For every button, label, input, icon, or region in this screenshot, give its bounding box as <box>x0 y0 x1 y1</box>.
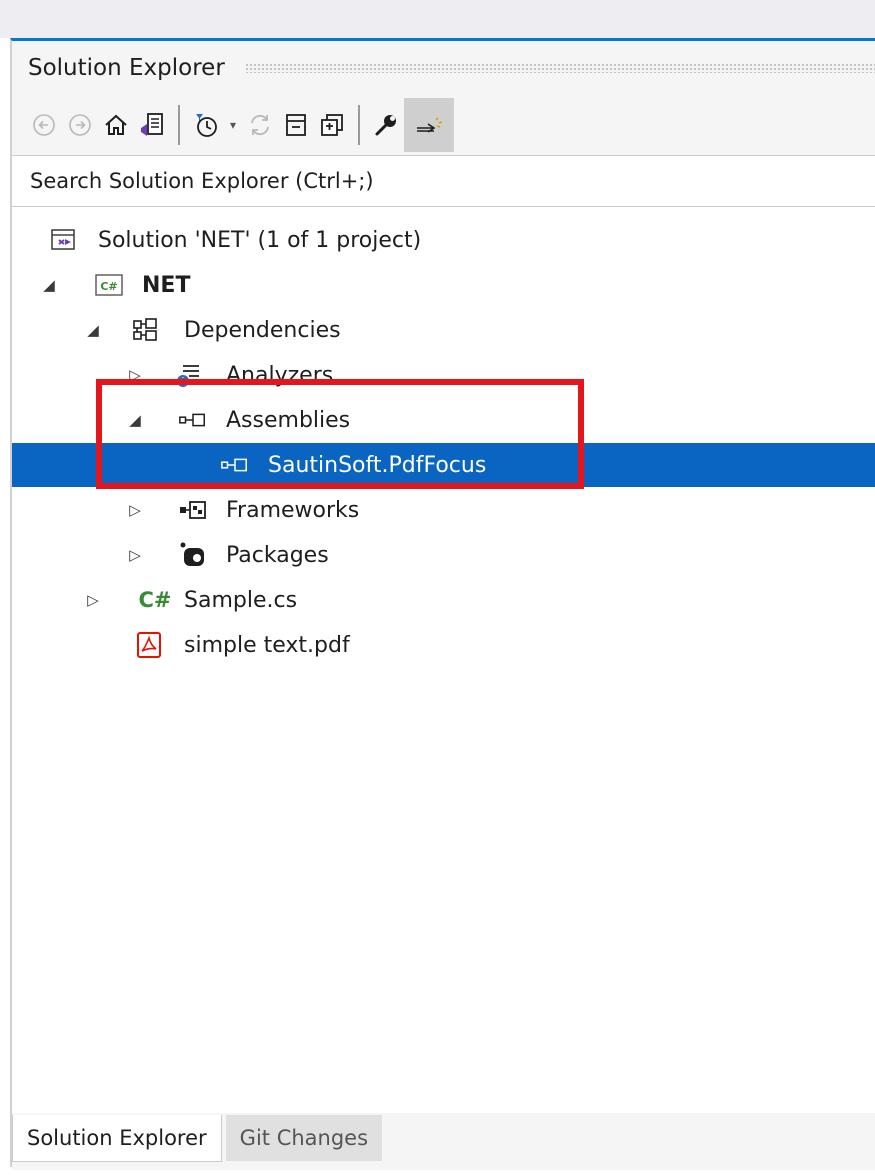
collapsed-arrow-icon[interactable]: ▷ <box>84 578 102 622</box>
analyzers-label: Analyzers <box>226 362 334 388</box>
assembly-reference-icon <box>220 443 250 487</box>
frameworks-label: Frameworks <box>226 497 360 523</box>
preview-selected-items-icon <box>417 117 443 133</box>
forward-arrow-icon <box>69 114 91 136</box>
tree-item-dependencies[interactable]: ◢ Dependencies <box>12 308 875 352</box>
window-top-strip <box>0 0 875 38</box>
sautinsoft-label: SautinSoft.PdfFocus <box>268 452 487 478</box>
switch-views-icon <box>141 113 163 136</box>
collapse-all-icon <box>286 114 306 136</box>
properties-wrench-icon <box>375 115 396 136</box>
back-arrow-icon <box>33 114 55 136</box>
tree-item-analyzers[interactable]: ▷ Analyzers <box>12 353 875 397</box>
home-button[interactable] <box>98 103 134 147</box>
back-button[interactable] <box>26 103 62 147</box>
solution-label: Solution 'NET' (1 of 1 project) <box>98 227 422 253</box>
simple-pdf-label: simple text.pdf <box>184 632 350 658</box>
tree-item-frameworks[interactable]: ▷ Frameworks <box>12 488 875 532</box>
solution-icon <box>48 218 78 262</box>
filter-dropdown-arrow[interactable]: ▾ <box>224 103 242 147</box>
preview-selected-items-button[interactable] <box>404 98 454 152</box>
panel-title: Solution Explorer <box>28 55 225 81</box>
pending-changes-filter-button[interactable] <box>188 103 224 147</box>
switch-views-button[interactable] <box>134 103 170 147</box>
collapsed-arrow-icon[interactable]: ▷ <box>126 533 144 577</box>
expanded-arrow-icon[interactable]: ◢ <box>126 398 144 442</box>
sync-icon <box>251 114 269 136</box>
tab-solution-explorer[interactable]: Solution Explorer <box>12 1115 222 1162</box>
tree-item-assemblies[interactable]: ◢ Assemblies <box>12 398 875 442</box>
properties-button[interactable] <box>368 103 404 147</box>
forward-button[interactable] <box>62 103 98 147</box>
collapse-all-button[interactable] <box>278 103 314 147</box>
show-all-files-button[interactable] <box>314 103 350 147</box>
sync-button[interactable] <box>242 103 278 147</box>
tree-item-simple-text-pdf[interactable]: simple text.pdf <box>12 623 875 667</box>
collapsed-arrow-icon[interactable]: ▷ <box>126 353 144 397</box>
search-input[interactable] <box>12 168 875 194</box>
cs-badge-text: C# <box>100 280 117 293</box>
csharp-project-icon: C# <box>94 263 124 307</box>
packages-label: Packages <box>226 542 329 568</box>
pdf-file-icon <box>134 623 164 667</box>
expanded-arrow-icon[interactable]: ◢ <box>84 308 102 352</box>
tree-item-sautinsoft-pdffocus[interactable]: SautinSoft.PdfFocus <box>12 443 875 487</box>
titlebar-grip[interactable] <box>244 63 875 73</box>
sample-cs-label: Sample.cs <box>184 587 298 613</box>
tree-item-project-net[interactable]: ◢ C# NET <box>12 263 875 307</box>
bottom-tab-strip: Solution Explorer Git Changes <box>12 1113 875 1170</box>
csharp-file-icon: C# <box>138 588 172 612</box>
solution-tree: Solution 'NET' (1 of 1 project) ◢ C# NET… <box>12 207 875 1114</box>
analyzers-icon <box>174 353 204 397</box>
dependencies-label: Dependencies <box>184 317 341 343</box>
tree-item-sample-cs[interactable]: ▷ C# Sample.cs <box>12 578 875 622</box>
tree-item-packages[interactable]: ▷ Packages <box>12 533 875 577</box>
toolbar-separator <box>358 105 360 145</box>
solution-explorer-panel: Solution Explorer ▾ Search Solution Expl… <box>10 38 875 1170</box>
expanded-arrow-icon[interactable]: ◢ <box>40 263 58 307</box>
framework-icon <box>178 488 208 532</box>
project-label: NET <box>142 272 191 298</box>
tree-item-solution[interactable]: Solution 'NET' (1 of 1 project) <box>12 218 875 262</box>
pending-changes-filter-icon <box>196 114 217 137</box>
show-all-files-icon <box>321 114 343 136</box>
assembly-reference-icon <box>178 398 208 442</box>
collapsed-arrow-icon[interactable]: ▷ <box>126 488 144 532</box>
toolbar-separator <box>178 105 180 145</box>
dependencies-icon <box>130 308 160 352</box>
panel-titlebar[interactable]: Solution Explorer <box>12 41 875 95</box>
nuget-package-icon <box>178 533 208 577</box>
home-icon <box>105 114 127 135</box>
solution-explorer-toolbar: ▾ <box>12 95 875 155</box>
tab-git-changes[interactable]: Git Changes <box>225 1115 383 1161</box>
search-box[interactable] <box>12 155 875 207</box>
assemblies-label: Assemblies <box>226 407 351 433</box>
